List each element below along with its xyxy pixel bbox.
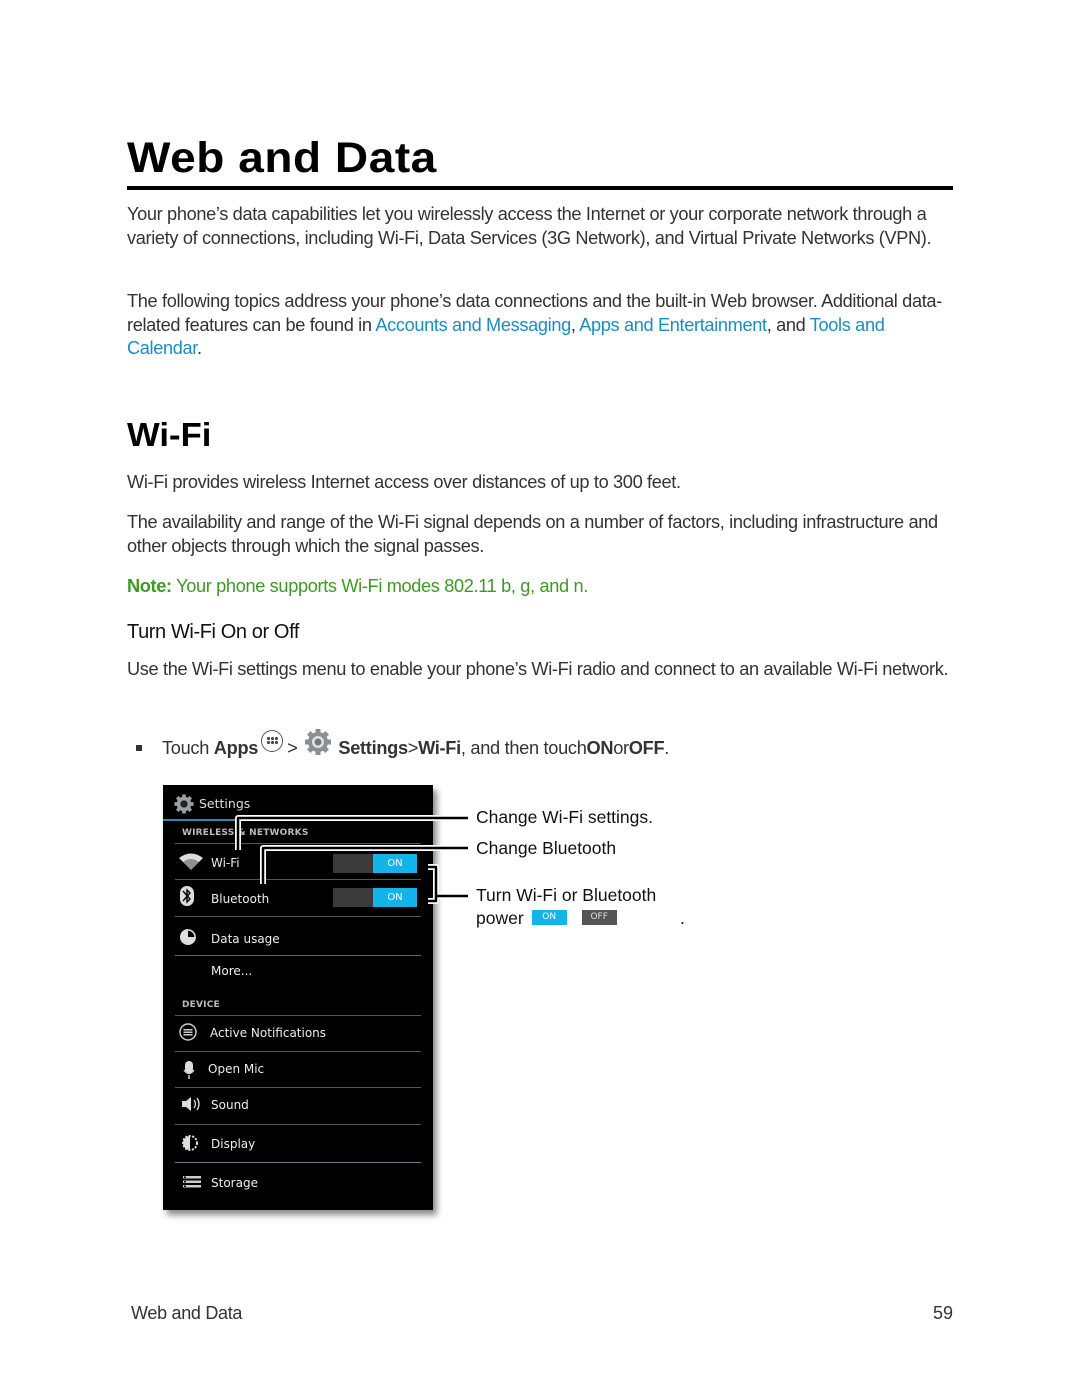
divider [175,1124,421,1125]
menu-item-storage[interactable]: Storage [211,1176,258,1190]
instruction-step: Touch Apps > Settings > Wi-Fi, and then … [127,729,670,763]
notifications-icon [179,1023,199,1043]
off-toggle-sample: OFF [581,909,617,925]
callout-wifi-settings: Change Wi-Fi settings. [476,807,654,827]
menu-item-data-usage[interactable]: Data usage [211,932,280,946]
menu-item-open-mic[interactable]: Open Mic [208,1062,264,1076]
wifi-heading: Wi-Fi [127,416,212,453]
apps-icon [261,730,284,752]
separator: , and [766,314,810,335]
divider [175,1162,421,1163]
display-icon [181,1134,201,1154]
step-separator: > [407,737,419,758]
period: . [197,338,202,359]
callout-period: . [680,908,685,928]
divider [175,1015,421,1016]
link-apps-entertainment[interactable]: Apps and Entertainment [579,315,767,335]
note-label: Note: [127,576,172,596]
menu-item-sound[interactable]: Sound [211,1098,249,1112]
divider [175,1087,421,1088]
title-rule [127,186,953,190]
step-off: OFF [628,737,665,758]
page-number: 59 [932,1303,953,1323]
topics-paragraph: The following topics address your phone’… [127,290,957,361]
step-settings: Settings [338,737,408,758]
wifi-paragraph-1: Wi-Fi provides wireless Internet access … [127,472,681,492]
wifi-paragraph-3: Use the Wi-Fi settings menu to enable yo… [127,659,949,679]
step-apps: Apps [213,737,259,758]
link-accounts-messaging[interactable]: Accounts and Messaging [375,315,571,335]
step-text: , and then touch [460,737,587,758]
callout-power-text: power [476,908,524,928]
divider [175,1051,421,1052]
turn-wifi-subheading: Turn Wi-Fi On or Off [127,621,300,643]
note: Note: Your phone supports Wi-Fi modes 80… [127,575,957,599]
wifi-icon [179,853,203,873]
speaker-icon [181,1096,201,1116]
intro-paragraph: Your phone’s data capabilities let you w… [127,204,932,248]
menu-item-more[interactable]: More... [211,964,252,978]
storage-icon [183,1175,203,1195]
bullet-icon [136,745,142,751]
bluetooth-icon [179,885,199,906]
section-device: DEVICE [182,1000,220,1010]
step-on: ON [586,737,614,758]
page-title: Web and Data [127,134,437,182]
callout-bluetooth: Change Bluetooth [476,838,617,858]
note-text: Your phone supports Wi-Fi modes 802.11 b… [171,576,588,596]
step-wifi: Wi-Fi [418,737,461,758]
separator: , [570,314,580,335]
settings-gear-icon [173,793,195,815]
callout-lines [235,815,468,904]
data-usage-icon [179,928,199,948]
step-text: Touch [162,737,210,758]
step-text: . [664,737,670,758]
callout-power-line2: power ON OFF [476,908,617,929]
callout-power-line1: Turn Wi-Fi or Bluetooth [476,885,657,905]
footer-section: Web and Data [131,1303,243,1323]
mic-icon [183,1060,203,1080]
menu-item-display[interactable]: Display [211,1137,255,1151]
menu-item-active-notifications[interactable]: Active Notifications [210,1026,326,1040]
divider [175,955,421,956]
settings-gear-icon [303,727,333,757]
divider [175,916,421,917]
step-text: or [613,737,629,758]
wifi-paragraph-2: The availability and range of the Wi-Fi … [127,512,938,556]
on-toggle-sample: ON [531,909,567,925]
phone-title: Settings [199,796,251,811]
step-separator: > [287,737,298,758]
